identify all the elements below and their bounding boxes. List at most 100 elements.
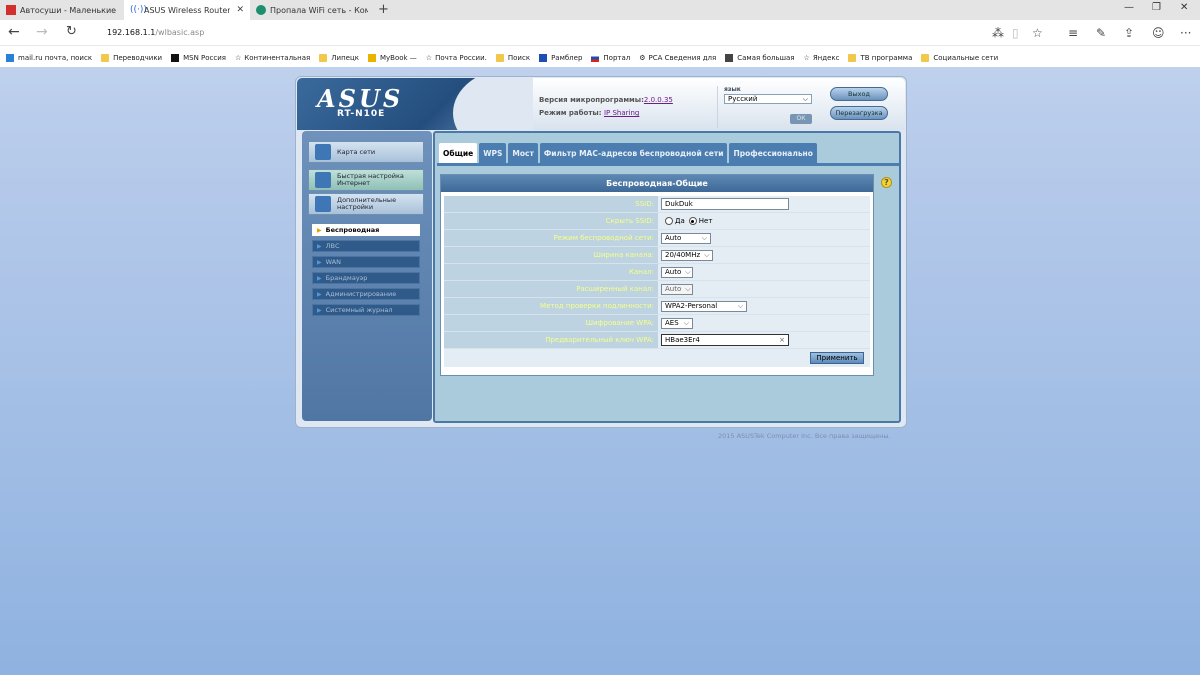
web-note-icon[interactable]: ✎ [1096, 26, 1106, 40]
minimize-icon[interactable]: — [1124, 2, 1134, 13]
msn-icon [171, 53, 180, 62]
gear-icon: ⚙ [639, 53, 646, 62]
row-wireless-mode: Режим беспроводной сети: Auto ⌵ [444, 230, 870, 247]
ssid-input[interactable]: DukDuk [661, 198, 789, 210]
wifi-favicon-icon: ((·)) [130, 5, 147, 15]
wireless-mode-select[interactable]: Auto ⌵ [661, 232, 711, 244]
row-ssid: SSID: DukDuk [444, 196, 870, 213]
language-select[interactable]: Русский ⌵ [724, 94, 812, 104]
row-channel-width: Ширина канала: 20/40MHz ⌵ [444, 247, 870, 264]
menu-advanced[interactable]: Дополнительные настройки [308, 193, 424, 215]
more-icon[interactable]: ··· [1180, 26, 1191, 40]
site-favicon-icon [6, 5, 16, 15]
share-icon[interactable]: ⇪ [1124, 26, 1134, 40]
star-icon: ☆ [425, 53, 433, 62]
bookmark[interactable]: Липецк [319, 53, 359, 62]
tab-autosushi[interactable]: Автосуши - Маленькие ро. [0, 0, 124, 20]
tab-wifi-lost[interactable]: Пропала WiFi сеть - Компь [250, 0, 374, 20]
triangle-icon: ▶ [317, 306, 322, 314]
triangle-icon: ▶ [317, 258, 322, 266]
mail-icon [6, 53, 14, 62]
bookmark[interactable]: Поиск [495, 53, 530, 62]
tab-asus-router[interactable]: ((·)) ASUS Wireless Router R ✕ [124, 0, 250, 20]
reboot-button[interactable]: Перезагрузка [830, 106, 888, 120]
channel-width-select[interactable]: 20/40MHz ⌵ [661, 249, 713, 261]
star-icon: ☆ [803, 53, 810, 62]
submenu-lan[interactable]: ▶ ЛВС [312, 240, 420, 252]
flag-icon [591, 53, 600, 62]
extension-channel-select[interactable]: Auto ⌵ [661, 283, 693, 295]
tab-general[interactable]: Общие [439, 143, 478, 163]
feedback-icon[interactable]: ☺ [1152, 26, 1165, 40]
triangle-icon: ▶ [317, 226, 322, 234]
logout-button[interactable]: Выход [830, 87, 888, 101]
close-tab-icon[interactable]: ✕ [236, 5, 244, 15]
clear-icon[interactable]: × [779, 336, 785, 344]
apply-row: Применить [444, 349, 870, 367]
maximize-icon[interactable]: ❐ [1152, 2, 1161, 13]
menu-quick-setup[interactable]: Быстрая настройка Интернет [308, 169, 424, 191]
row-extension-channel: Расширенный канал: Auto ⌵ [444, 281, 870, 298]
network-map-icon [315, 144, 331, 160]
bookmark[interactable]: ⚙ РСА Сведения для [639, 54, 716, 62]
favorite-star-icon[interactable]: ☆ [1032, 26, 1043, 40]
model-name: RT-N10E [337, 109, 386, 119]
chevron-down-icon: ⌵ [685, 284, 691, 293]
chevron-down-icon: ⌵ [704, 250, 710, 259]
bookmark[interactable]: Социальные сети [921, 53, 998, 62]
hide-ssid-yes-radio[interactable] [665, 217, 673, 225]
tv-icon [725, 53, 734, 62]
tab-professional[interactable]: Профессионально [729, 143, 817, 163]
hub-icon[interactable]: ≡ [1068, 26, 1078, 40]
bookmark[interactable]: MyBook — [367, 53, 417, 62]
row-wpa-key: Предварительный ключ WPA: HBae3Er4 × [444, 332, 870, 349]
mode-link[interactable]: IP Sharing [604, 109, 639, 117]
close-window-icon[interactable]: ✕ [1180, 2, 1188, 13]
apply-button[interactable]: Применить [810, 352, 864, 364]
hide-ssid-no-radio[interactable] [688, 217, 697, 225]
bookmark[interactable]: mail.ru почта, поиск [6, 53, 92, 62]
wpa-encryption-select[interactable]: AES ⌵ [661, 317, 693, 329]
new-tab-button[interactable]: + [378, 2, 389, 17]
forward-icon[interactable]: → [36, 24, 48, 40]
tab-underline [437, 163, 899, 166]
tab-bridge[interactable]: Мост [508, 143, 538, 163]
star-icon: ☆ [235, 53, 242, 62]
submenu-wireless[interactable]: ▶ Беспроводная [312, 224, 420, 236]
ok-button[interactable]: ОК [790, 114, 812, 124]
firmware-info: Версия микропрограммы:2.0.0.35 Режим раб… [539, 96, 673, 117]
auth-method-select[interactable]: WPA2-Personal ⌵ [661, 300, 747, 312]
bookmark[interactable]: Портал [591, 53, 630, 62]
form-title: Беспроводная-Общие [441, 175, 873, 192]
folder-icon [848, 53, 857, 62]
wpa-key-input[interactable]: HBae3Er4 × [661, 334, 789, 346]
menu-network-map[interactable]: Карта сети [308, 141, 424, 163]
bookmark[interactable]: ☆ Континентальная [235, 54, 310, 62]
submenu-firewall[interactable]: ▶ Брандмауэр [312, 272, 420, 284]
bookmark[interactable]: MSN Россия [171, 53, 226, 62]
reading-view-icon[interactable]: ▯ [1012, 26, 1019, 40]
submenu-wan[interactable]: ▶ WAN [312, 256, 420, 268]
help-icon[interactable]: ? [881, 177, 892, 188]
tab-mac-filter[interactable]: Фильтр MAC-адресов беспроводной сети [539, 143, 728, 163]
browser-chrome: Автосуши - Маленькие ро. ((·)) ASUS Wire… [0, 0, 1200, 67]
tab-wps[interactable]: WPS [479, 143, 507, 163]
bookmark[interactable]: ☆ Почта России. [426, 54, 487, 62]
channel-select[interactable]: Auto ⌵ [661, 266, 693, 278]
folder-icon [101, 53, 110, 62]
url-field[interactable]: 192.168.1.1/wlbasic.asp [107, 28, 204, 37]
triangle-icon: ▶ [317, 242, 322, 250]
submenu-system-log[interactable]: ▶ Системный журнал [312, 304, 420, 316]
chevron-down-icon: ⌵ [683, 318, 689, 327]
bookmark[interactable]: Рамблер [539, 53, 582, 62]
firmware-link[interactable]: 2.0.0.35 [644, 96, 673, 104]
bookmark[interactable]: ТВ программа [848, 53, 912, 62]
refresh-icon[interactable]: ↻ [66, 24, 77, 39]
row-hide-ssid: Скрыть SSID: Да Нет [444, 213, 870, 230]
bookmark[interactable]: Самая большая [725, 53, 795, 62]
bookmark[interactable]: ☆ Яндекс [804, 54, 840, 62]
bookmark[interactable]: Переводчики [101, 53, 162, 62]
submenu-administration[interactable]: ▶ Администрирование [312, 288, 420, 300]
back-icon[interactable]: ← [8, 24, 20, 40]
extensions-icon[interactable]: ⁂ [992, 26, 1004, 40]
